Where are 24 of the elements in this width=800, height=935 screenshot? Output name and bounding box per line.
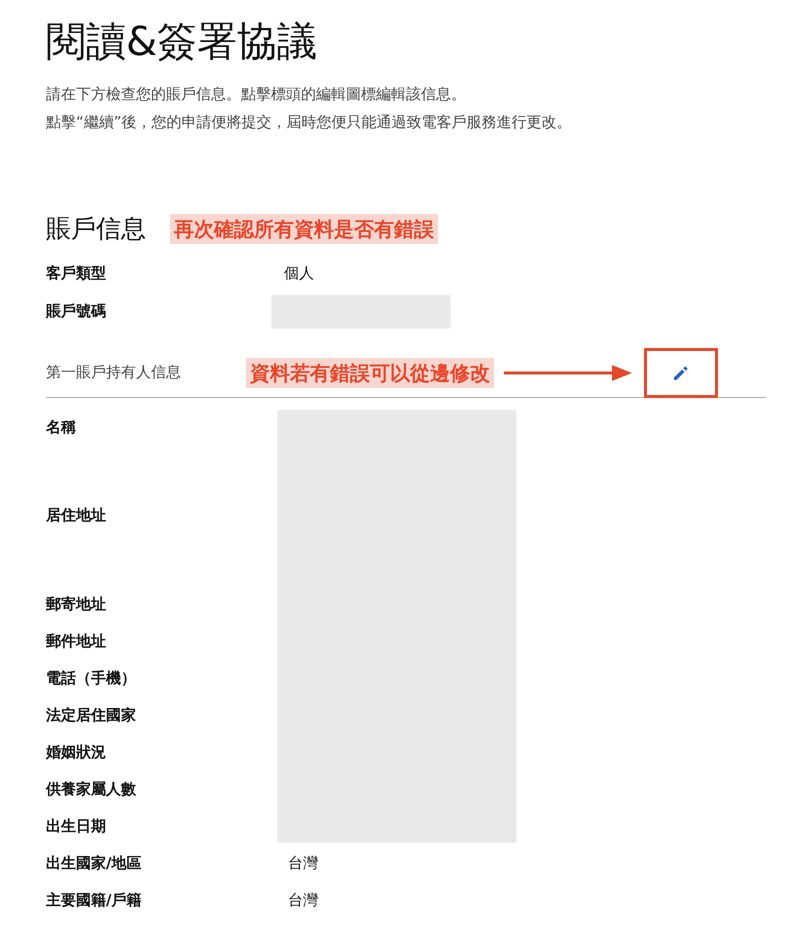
instruction-text: 點擊“繼續”後，您的申請便將提交，屆時您便只能通過致電客戶服務進行更改。 [46, 112, 573, 133]
section-heading: 賬戶信息 [46, 214, 146, 244]
annotation-text: 資料若有錯誤可以從邊修改 [246, 358, 494, 388]
section-subheading: 第一賬戶持有人信息 [46, 362, 182, 384]
field-value: 個人 [284, 262, 314, 284]
field-label: 電話（手機） [46, 668, 137, 690]
field-label: 郵寄地址 [46, 594, 107, 616]
instruction-text: 請在下方檢查您的賬戶信息。點擊標頭的編輯圖標編輯該信息。 [46, 84, 467, 105]
field-label: 客戶類型 [46, 262, 107, 284]
edit-icon[interactable] [672, 364, 690, 382]
field-label: 法定居住國家 [46, 705, 137, 726]
field-label: 賬戶號碼 [46, 300, 107, 322]
field-label: 名稱 [46, 417, 77, 438]
page-title: 閱讀&簽署協議 [46, 18, 318, 66]
field-label: 出生日期 [46, 816, 107, 838]
field-label: 郵件地址 [46, 631, 107, 652]
field-label: 出生國家/地區 [46, 853, 142, 874]
annotation-text: 再次確認所有資料是否有錯誤 [170, 214, 438, 244]
field-label: 主要國籍/戶籍 [46, 890, 142, 912]
field-value: 台灣 [287, 853, 319, 874]
field-label: 居住地址 [46, 505, 107, 526]
field-label: 供養家屬人數 [46, 779, 137, 800]
field-label: 婚姻狀況 [46, 742, 107, 764]
field-value: 台灣 [287, 890, 319, 912]
